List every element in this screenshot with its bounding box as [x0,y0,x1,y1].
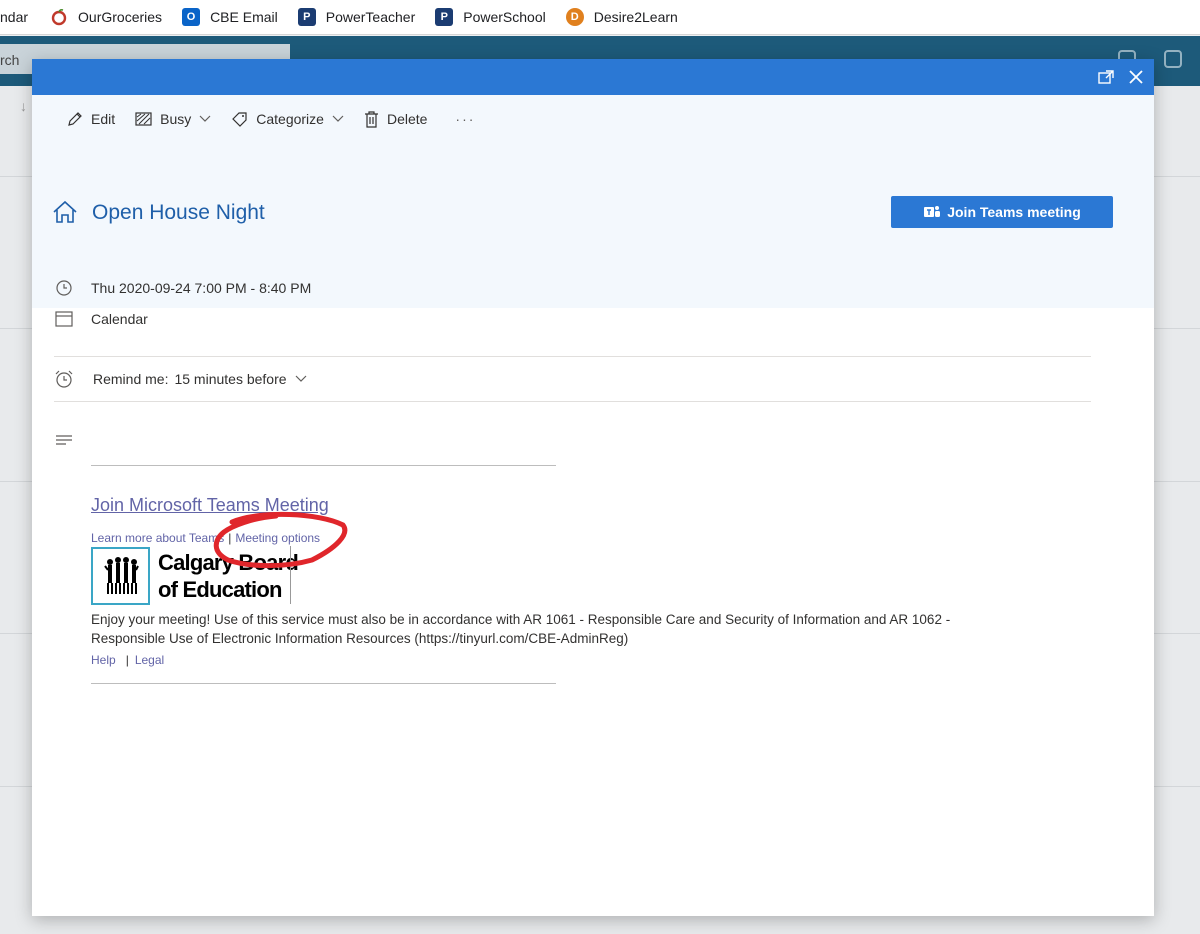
legal-link[interactable]: Legal [135,653,164,667]
logo-line-1: Calgary Board [158,550,299,575]
learn-more-link[interactable]: Learn more about Teams [91,531,224,545]
categorize-dropdown[interactable]: Categorize [231,107,344,131]
chevron-down-icon [332,115,344,122]
help-links-row: Help | Legal [91,653,164,667]
home-icon [52,200,78,229]
bookmark-powerteacher[interactable]: P PowerTeacher [297,5,416,29]
cbe-logo [91,547,150,605]
modal-titlebar [32,59,1154,95]
popout-icon[interactable] [1096,67,1116,87]
d2l-icon: D [565,8,584,26]
close-icon[interactable] [1126,67,1146,87]
busy-label: Busy [160,111,192,127]
bookmark-label: CBE Email [210,9,278,25]
clock-icon [54,280,74,296]
bookmark-calendar[interactable]: ndar [0,5,28,29]
logo-line-2: of Education [158,577,282,602]
reminder-dropdown[interactable]: 15 minutes before [174,371,306,387]
apple-icon [50,8,68,26]
bookmark-label: ndar [0,9,29,25]
meeting-options-link[interactable]: Meeting options [235,531,320,545]
edit-label: Edit [91,111,116,127]
more-label: ··· [455,111,476,127]
bookmark-label: PowerSchool [463,9,546,25]
busy-dropdown[interactable]: Busy [135,107,211,131]
busy-icon [135,112,152,126]
event-toolbar: Edit Busy Categorize Delete ··· [66,107,495,131]
usage-notice: Enjoy your meeting! Use of this service … [91,612,951,646]
search-text: rch [0,52,20,68]
event-datetime: Thu 2020-09-24 7:00 PM - 8:40 PM [91,280,312,296]
link-separator: | [228,531,232,545]
bookmark-powerschool[interactable]: P PowerSchool [435,5,546,29]
event-modal: Edit Busy Categorize Delete ··· Open Hou… [32,59,1154,916]
pencil-icon [68,111,82,126]
divider [54,356,1091,357]
teams-icon [924,206,941,217]
bookmark-cbe-email[interactable]: O CBE Email [182,5,278,29]
event-title: Open House Night [92,201,265,224]
divider [91,683,556,684]
event-calendar: Calendar [91,311,148,327]
sort-icon: ↓ [20,98,27,114]
edit-button[interactable]: Edit [66,107,115,131]
bookmark-label: OurGroceries [78,9,163,25]
event-calendar-row: Calendar [54,311,148,327]
chevron-down-icon [295,375,306,382]
categorize-label: Categorize [256,111,324,127]
teams-links-row: Learn more about Teams | Meeting options [91,531,320,545]
logo-divider [290,546,291,604]
outlook-icon: O [182,8,201,26]
calendar-icon [54,311,74,327]
delete-label: Delete [386,111,428,127]
alarm-icon [54,370,74,388]
todo-icon[interactable] [1164,50,1182,68]
delete-button[interactable]: Delete [364,107,427,131]
reminder-value: 15 minutes before [174,371,287,387]
event-datetime-row: Thu 2020-09-24 7:00 PM - 8:40 PM [54,280,311,296]
link-separator: | [125,653,129,667]
powerschool-icon: P [435,8,454,26]
cbe-figures-icon [103,557,139,594]
bookmark-label: PowerTeacher [325,9,416,25]
powerschool-icon: P [297,8,316,26]
bookmark-label: Desire2Learn [593,9,678,25]
bookmark-ourgroceries[interactable]: OurGroceries [50,5,162,29]
bookmarks-bar: ndar OurGroceries O CBE Email P PowerTea… [0,0,1200,35]
bookmark-desire2learn[interactable]: D Desire2Learn [565,5,678,29]
help-link[interactable]: Help [91,653,116,667]
join-teams-button[interactable]: Join Teams meeting [891,196,1113,228]
divider [54,401,1091,402]
divider [91,465,556,466]
join-button-label: Join Teams meeting [947,204,1081,220]
tag-icon [232,111,247,127]
more-options-button[interactable]: ··· [455,107,475,131]
remind-label: Remind me: [93,371,169,387]
reminder-row: Remind me: 15 minutes before [54,370,307,388]
trash-icon [364,110,378,128]
join-teams-meeting-link[interactable]: Join Microsoft Teams Meeting [91,495,329,516]
notes-icon [56,434,72,452]
cbe-logo-text: Calgary Board of Education [158,549,299,603]
chevron-down-icon [199,115,211,122]
